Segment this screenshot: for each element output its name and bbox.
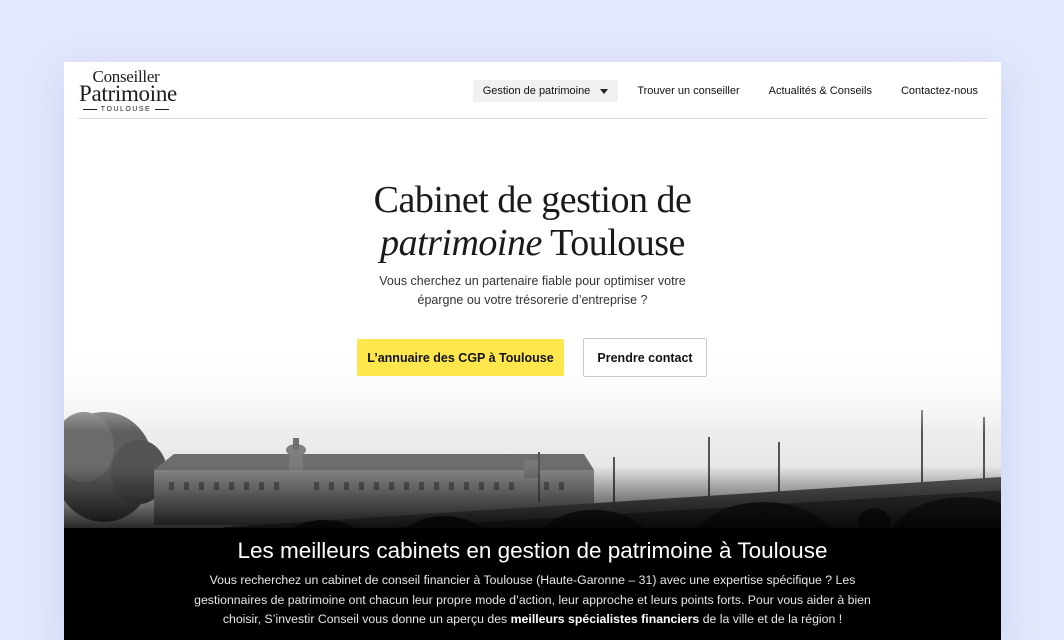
nav-item-label: Gestion de patrimoine — [482, 85, 591, 97]
chevron-down-icon — [600, 88, 609, 94]
hero-title-italic: patrimoine — [380, 222, 542, 264]
nav-item-trouver-un-conseiller[interactable]: Trouver un conseiller — [637, 85, 739, 97]
hero-title-line-1: Cabinet de gestion de — [373, 179, 692, 221]
section-text: Vous recherchez un cabinet de conseil fi… — [194, 571, 871, 630]
logo-line-2: Patrimoine — [79, 81, 177, 106]
site-logo[interactable]: Conseiller Patrimoine TOULOUSE — [79, 68, 177, 114]
prendre-contact-button[interactable]: Prendre contact — [583, 338, 707, 377]
website-page: Conseiller Patrimoine TOULOUSE Gestion d… — [64, 62, 1001, 640]
nav-item-contactez-nous[interactable]: Contactez-nous — [901, 85, 978, 97]
nav-item-actualites-conseils[interactable]: Actualités & Conseils — [769, 85, 872, 97]
hero-subtitle: Vous cherchez un partenaire fiable pour … — [379, 274, 686, 307]
nav-item-gestion-de-patrimoine[interactable]: Gestion de patrimoine — [472, 80, 619, 102]
hero-title-line-2: patrimoine Toulouse — [64, 222, 1001, 265]
site-header: Conseiller Patrimoine TOULOUSE Gestion d… — [78, 62, 987, 119]
logo-rule-right — [155, 109, 170, 110]
logo-subtitle: TOULOUSE — [100, 106, 152, 113]
section-title: Les meilleurs cabinets en gestion de pat… — [237, 538, 828, 563]
section-text-bold: meilleurs spécialistes financiers — [510, 612, 700, 626]
hero-title-rest: Toulouse — [541, 222, 685, 264]
hero-title: Cabinet de gestion de patrimoine Toulous… — [64, 179, 1001, 265]
main-nav: Gestion de patrimoine Trouver un conseil… — [472, 80, 978, 102]
section-text-end: de la ville et de la région ! — [699, 612, 843, 626]
logo-line-3: TOULOUSE — [79, 105, 173, 114]
logo-rule-left — [82, 109, 97, 110]
annuaire-cgp-button[interactable]: L’annuaire des CGP à Toulouse — [357, 339, 564, 376]
